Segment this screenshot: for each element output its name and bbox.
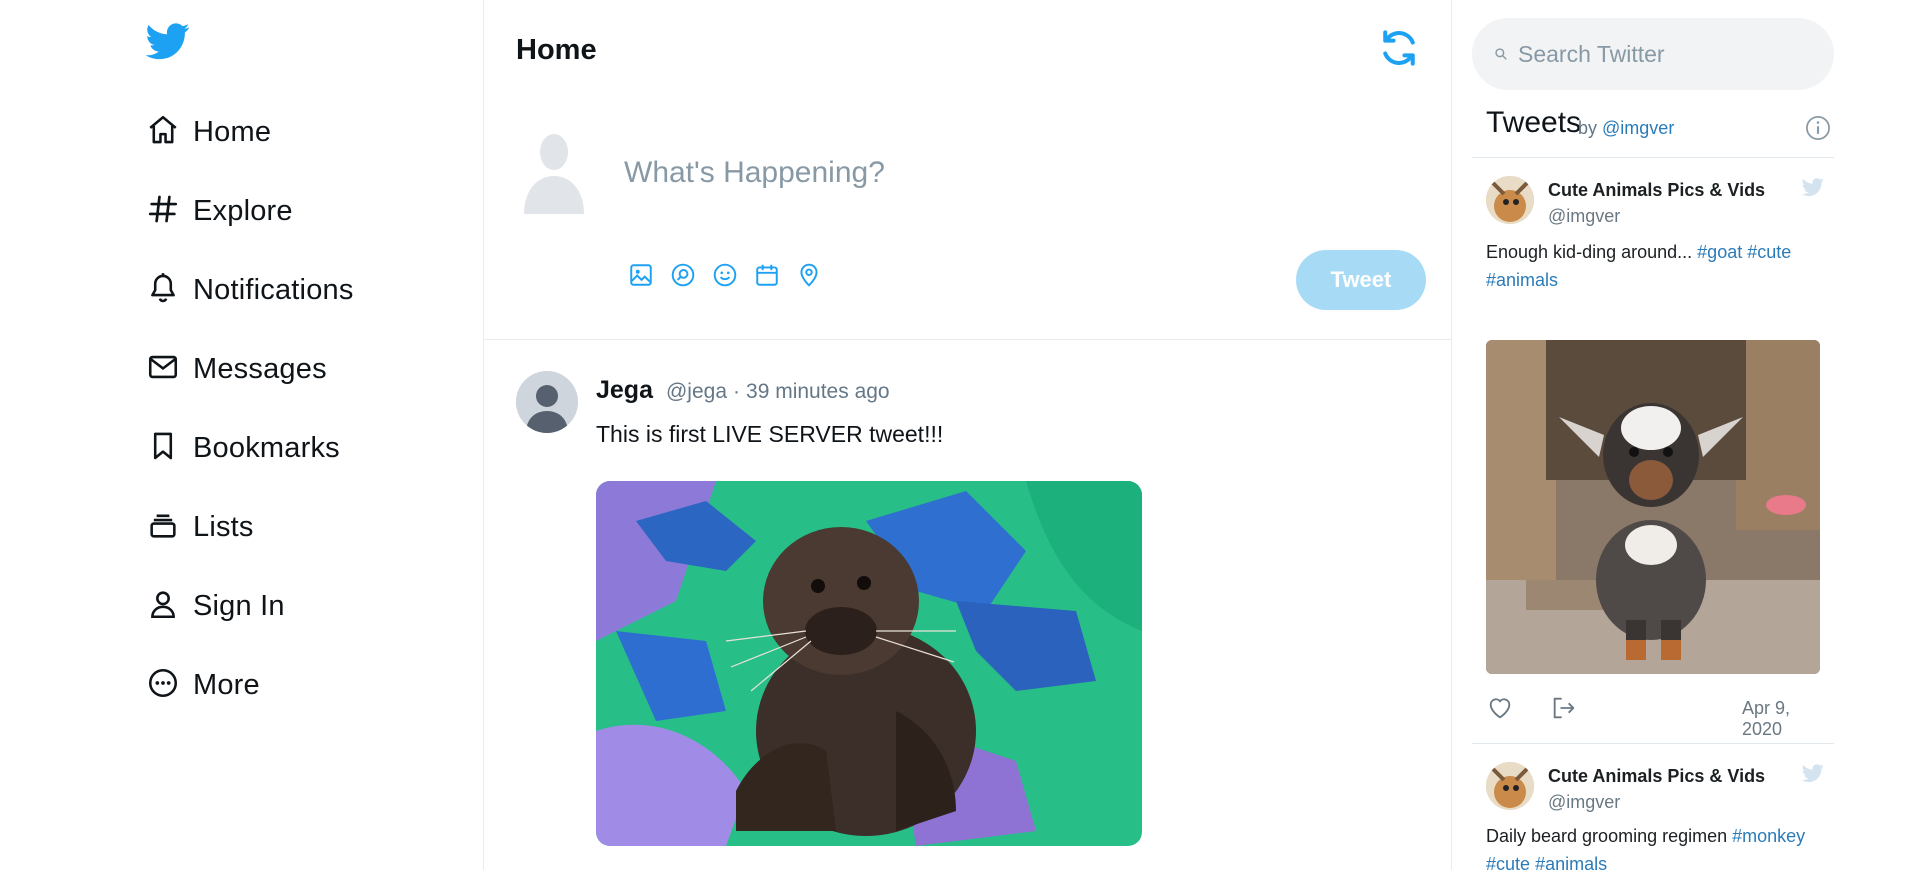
avatar[interactable] (1486, 762, 1534, 810)
embed-author-handle[interactable]: @imgver (1548, 206, 1620, 227)
embed-body: Enough kid-ding around... (1486, 242, 1693, 262)
compose-input[interactable] (624, 150, 1324, 196)
tweet[interactable]: Jega @jega · 39 minutes ago This is firs… (484, 341, 1452, 870)
embed-date[interactable]: Apr 9, 2020 (1742, 698, 1834, 740)
sidebar-item-notifications[interactable]: Notifications (146, 262, 354, 318)
heart-icon[interactable] (1486, 694, 1514, 722)
embed-author-handle[interactable]: @imgver (1548, 792, 1620, 813)
embed-body: Daily beard grooming regimen (1486, 826, 1728, 846)
sidebar-item-label: More (193, 668, 260, 701)
sidebar-item-messages[interactable]: Messages (146, 341, 327, 397)
sea-otter-pup-photo[interactable] (596, 481, 1142, 846)
sidebar-item-home[interactable]: Home (146, 104, 271, 160)
image-icon[interactable] (628, 262, 654, 288)
hashtag-link[interactable]: #cute (1486, 854, 1530, 870)
embed-text: Enough kid-ding around... #goat #cute #a… (1486, 238, 1826, 294)
sidebar: Home Explore Notifications Messages Book… (0, 0, 484, 870)
hashtag-link[interactable]: #monkey (1732, 826, 1805, 846)
tweet-header: Jega @jega · 39 minutes ago (596, 376, 890, 405)
sidebar-item-more[interactable]: More (146, 657, 260, 713)
twitter-bird-icon[interactable] (143, 19, 193, 63)
tweet-author-name[interactable]: Jega (596, 376, 653, 405)
sidebar-item-bookmarks[interactable]: Bookmarks (146, 420, 340, 476)
sidebar-item-explore[interactable]: Explore (146, 183, 293, 239)
hashtag-icon (146, 192, 180, 231)
page-title: Home (516, 34, 597, 66)
refresh-icon[interactable] (1377, 26, 1421, 70)
sidebar-item-label: Bookmarks (193, 431, 340, 464)
sidebar-item-label: Lists (193, 510, 254, 543)
embed-text: Daily beard grooming regimen #monkey #cu… (1486, 822, 1826, 870)
tweet-composer: Tweet (484, 96, 1452, 340)
sidebar-item-label: Explore (193, 194, 293, 227)
main-timeline: Home Tweet Jega @jega · 39 minutes ago T… (484, 0, 1452, 870)
tweet-timestamp[interactable]: 39 minutes ago (746, 380, 890, 404)
tweet-button[interactable]: Tweet (1296, 250, 1426, 310)
emoji-icon[interactable] (712, 262, 738, 288)
hashtag-link[interactable]: #animals (1535, 854, 1607, 870)
home-icon (146, 113, 180, 152)
twitter-bird-icon[interactable] (1800, 176, 1826, 198)
tweet-author-handle[interactable]: @jega (666, 380, 727, 404)
list-icon (146, 508, 180, 547)
tweet-text: This is first LIVE SERVER tweet!!! (596, 421, 944, 447)
more-icon (146, 666, 180, 705)
share-icon[interactable] (1550, 694, 1578, 722)
hashtag-link[interactable]: #cute (1747, 242, 1791, 262)
twitter-bird-icon[interactable] (1800, 762, 1826, 784)
right-sidebar: Tweets by @imgver Cute Animals Pics & Vi… (1452, 0, 1920, 870)
location-icon[interactable] (796, 262, 822, 288)
embed-author-name[interactable]: Cute Animals Pics & Vids (1548, 180, 1765, 201)
composer-toolbar (628, 262, 838, 288)
envelope-icon (146, 350, 180, 389)
embed-author-name[interactable]: Cute Animals Pics & Vids (1548, 766, 1765, 787)
bookmark-icon (146, 429, 180, 468)
user-icon (146, 587, 180, 626)
sidebar-item-label: Notifications (193, 273, 354, 306)
schedule-icon[interactable] (754, 262, 780, 288)
sidebar-item-lists[interactable]: Lists (146, 499, 254, 555)
sidebar-item-label: Messages (193, 352, 327, 385)
sidebar-item-label: Home (193, 115, 272, 148)
default-avatar (522, 130, 586, 214)
hashtag-link[interactable]: #animals (1486, 270, 1558, 290)
avatar[interactable] (516, 371, 578, 433)
bell-icon (146, 271, 180, 310)
sidebar-item-sign-in[interactable]: Sign In (146, 578, 285, 634)
sidebar-item-label: Sign In (193, 589, 285, 622)
avatar[interactable] (1486, 176, 1534, 224)
baby-goat-photo[interactable] (1486, 340, 1820, 674)
hashtag-link[interactable]: #goat (1697, 242, 1742, 262)
gif-icon[interactable] (670, 262, 696, 288)
embedded-tweet[interactable]: Cute Animals Pics & Vids @imgver Enough … (1472, 0, 1834, 743)
divider (1472, 743, 1834, 744)
separator-dot: · (733, 380, 741, 403)
